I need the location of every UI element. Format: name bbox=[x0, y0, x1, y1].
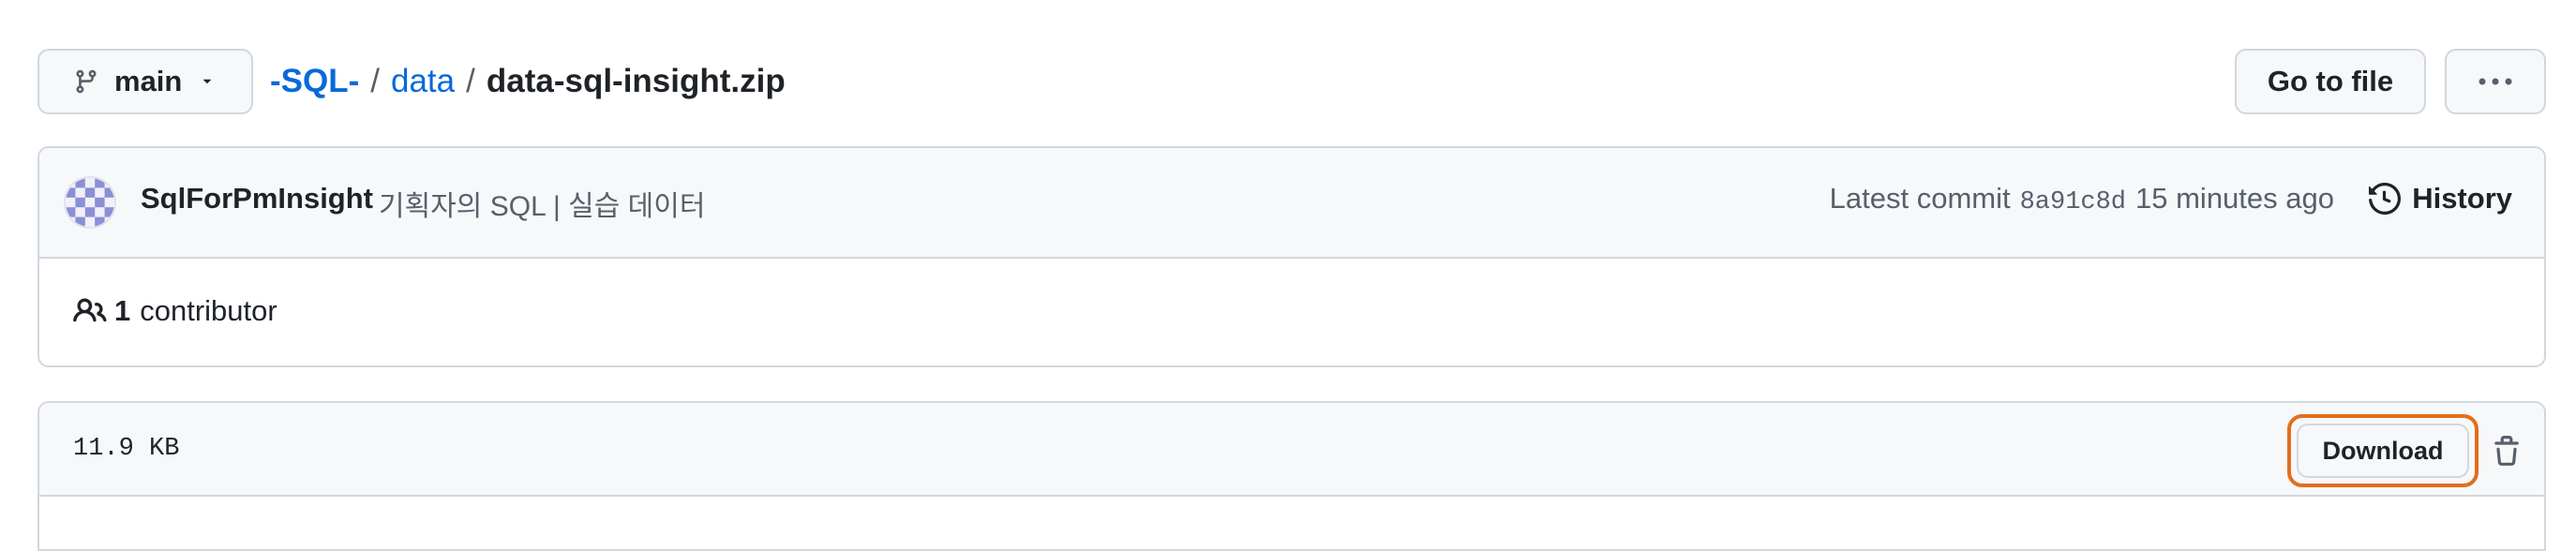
history-icon bbox=[2369, 183, 2402, 215]
delete-file-button[interactable] bbox=[2480, 425, 2533, 478]
file-viewer: 11.9 KB Download bbox=[37, 401, 2546, 551]
identicon-icon bbox=[66, 178, 114, 227]
git-branch-icon bbox=[76, 69, 97, 94]
file-navigation-bar: main -SQL- / data / data-sql-insight.zip… bbox=[37, 49, 2546, 114]
go-to-file-label: Go to file bbox=[2267, 65, 2394, 97]
go-to-file-button[interactable]: Go to file bbox=[2235, 49, 2426, 114]
branch-selector-button[interactable]: main bbox=[37, 49, 253, 114]
contributor-label: contributor bbox=[140, 294, 277, 327]
file-size: 11.9 KB bbox=[73, 435, 180, 463]
caret-down-icon bbox=[203, 79, 212, 84]
latest-commit-label: Latest commit bbox=[1829, 182, 2011, 215]
file-header: 11.9 KB Download bbox=[39, 403, 2544, 497]
history-link[interactable]: History bbox=[2369, 178, 2512, 219]
avatar[interactable] bbox=[64, 176, 116, 229]
download-label: Download bbox=[2322, 436, 2444, 465]
trash-icon bbox=[2494, 436, 2519, 466]
download-button[interactable]: Download bbox=[2297, 424, 2469, 478]
kebab-horizontal-icon bbox=[2479, 78, 2512, 85]
commit-row: SqlForPmInsight 기획자의 SQL | 실습 데이터 Latest… bbox=[39, 148, 2544, 259]
branch-name: main bbox=[114, 65, 183, 97]
contributor-count: 1 bbox=[114, 294, 131, 327]
breadcrumb-separator: / bbox=[370, 63, 380, 99]
history-label: History bbox=[2412, 182, 2512, 215]
commit-time: 15 minutes ago bbox=[2135, 182, 2334, 215]
commit-message-link[interactable]: 기획자의 SQL | 실습 데이터 bbox=[379, 183, 705, 224]
contributors-row: 1 contributor bbox=[39, 259, 2544, 365]
breadcrumb-repo-link[interactable]: -SQL- bbox=[270, 63, 359, 100]
contributors-link[interactable]: 1 contributor bbox=[73, 294, 277, 328]
commit-sha-link[interactable]: 8a91c8d bbox=[2020, 188, 2126, 216]
latest-commit-box: SqlForPmInsight 기획자의 SQL | 실습 데이터 Latest… bbox=[37, 146, 2546, 367]
breadcrumb-current-file: data-sql-insight.zip bbox=[486, 63, 786, 99]
people-icon bbox=[73, 298, 107, 322]
breadcrumb-separator: / bbox=[466, 63, 475, 99]
commit-meta: Latest commit 8a91c8d 15 minutes ago bbox=[1830, 182, 2334, 216]
breadcrumb: -SQL- / data / data-sql-insight.zip bbox=[270, 49, 786, 114]
more-options-button[interactable] bbox=[2445, 49, 2546, 114]
commit-author-link[interactable]: SqlForPmInsight bbox=[141, 182, 373, 216]
breadcrumb-folder-link[interactable]: data bbox=[391, 63, 455, 100]
